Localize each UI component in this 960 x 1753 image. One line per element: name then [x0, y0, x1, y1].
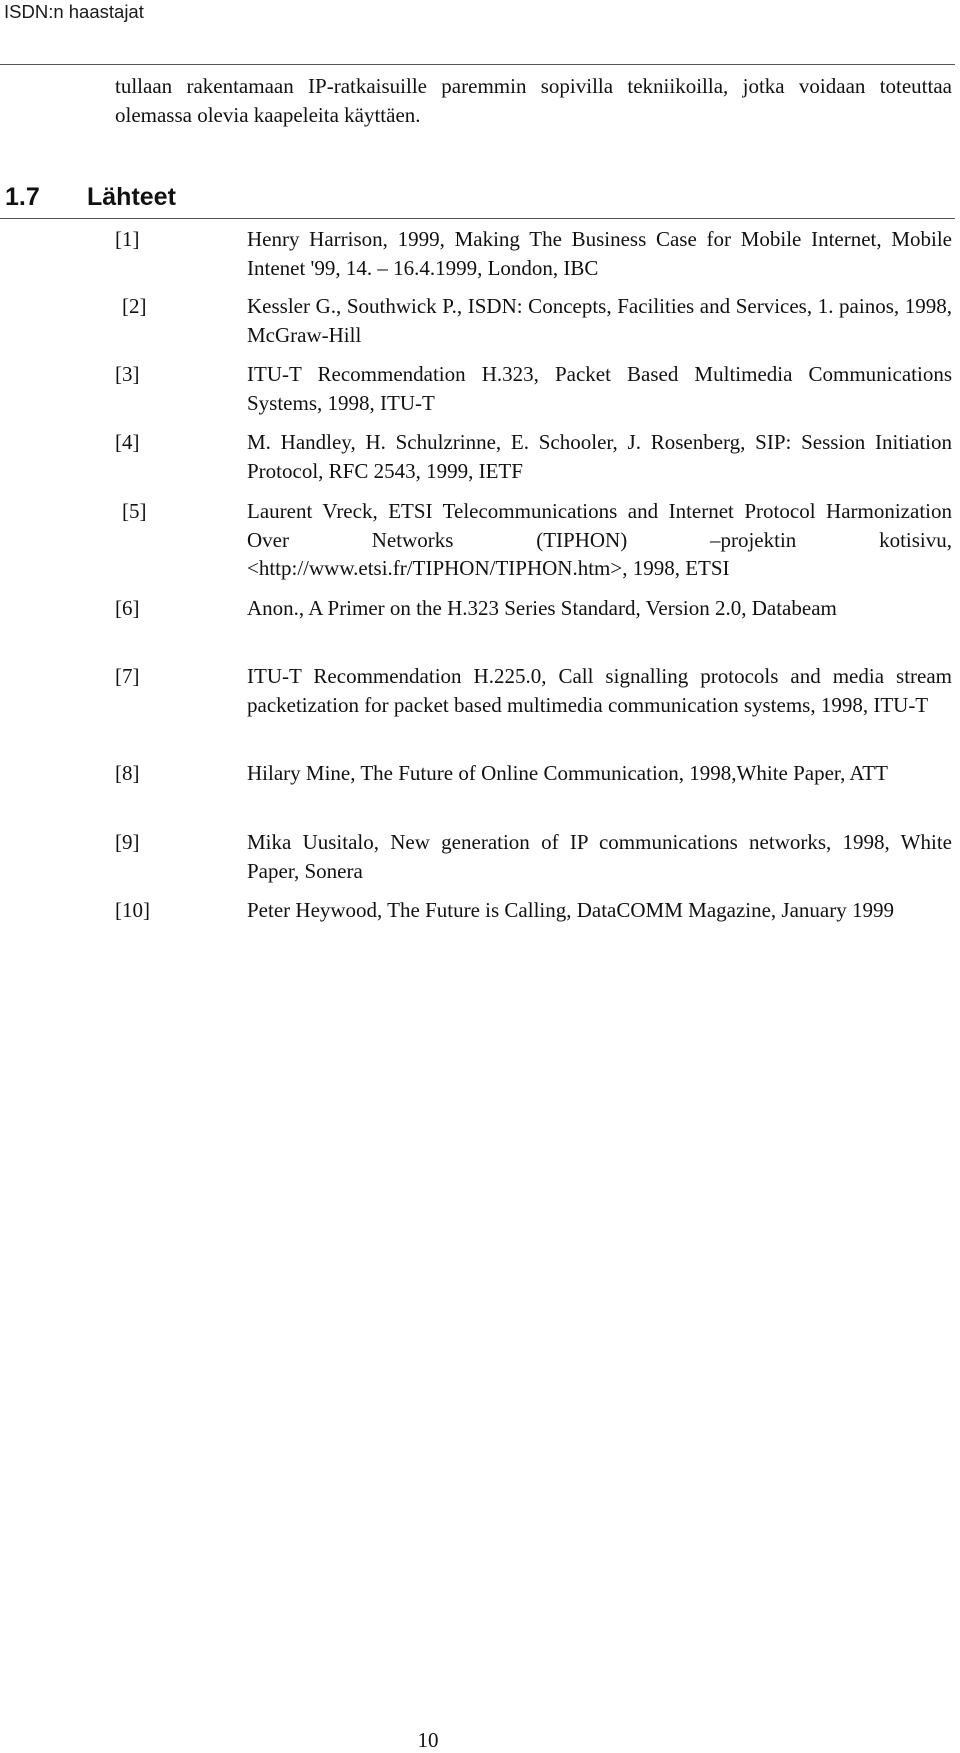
reference-text: Mika Uusitalo, New generation of IP comm… [247, 830, 952, 883]
reference-text: Kessler G., Southwick P., ISDN: Concepts… [247, 294, 952, 347]
reference-text: Henry Harrison, 1999, Making The Busines… [247, 227, 952, 280]
reference-text: Anon., A Primer on the H.323 Series Stan… [247, 596, 837, 620]
reference-label: [4] [115, 430, 140, 454]
reference-text: ITU-T Recommendation H.225.0, Call signa… [247, 664, 952, 717]
reference-label: [8] [115, 761, 140, 785]
reference-label: [2] [122, 294, 147, 318]
reference-label: [9] [115, 830, 140, 854]
section-heading: 1.7 Lähteet [5, 182, 176, 212]
reference-text: ITU-T Recommendation H.323, Packet Based… [247, 362, 952, 415]
body-paragraph: tullaan rakentamaan IP-ratkaisuille pare… [115, 74, 952, 127]
reference-text: Peter Heywood, The Future is Calling, Da… [247, 898, 894, 922]
header-rule [0, 64, 955, 65]
reference-text: Hilary Mine, The Future of Online Commun… [247, 761, 888, 785]
reference-text: Laurent Vreck, ETSI Telecommunications a… [247, 499, 952, 580]
reference-label: [7] [115, 664, 140, 688]
section-number: 1.7 [5, 183, 40, 211]
reference-label: [5] [122, 499, 147, 523]
running-header: ISDN:n haastajat [4, 1, 144, 22]
reference-label: [6] [115, 596, 140, 620]
page-number-container: 10 [0, 1728, 960, 1752]
reference-text: M. Handley, H. Schulzrinne, E. Schooler,… [247, 430, 952, 483]
section-title: Lähteet [87, 183, 176, 211]
reference-label: [3] [115, 362, 140, 386]
reference-label: [10] [115, 898, 150, 922]
section-rule [0, 218, 955, 219]
page-number: 10 [417, 1728, 439, 1752]
reference-label: [1] [115, 227, 140, 251]
